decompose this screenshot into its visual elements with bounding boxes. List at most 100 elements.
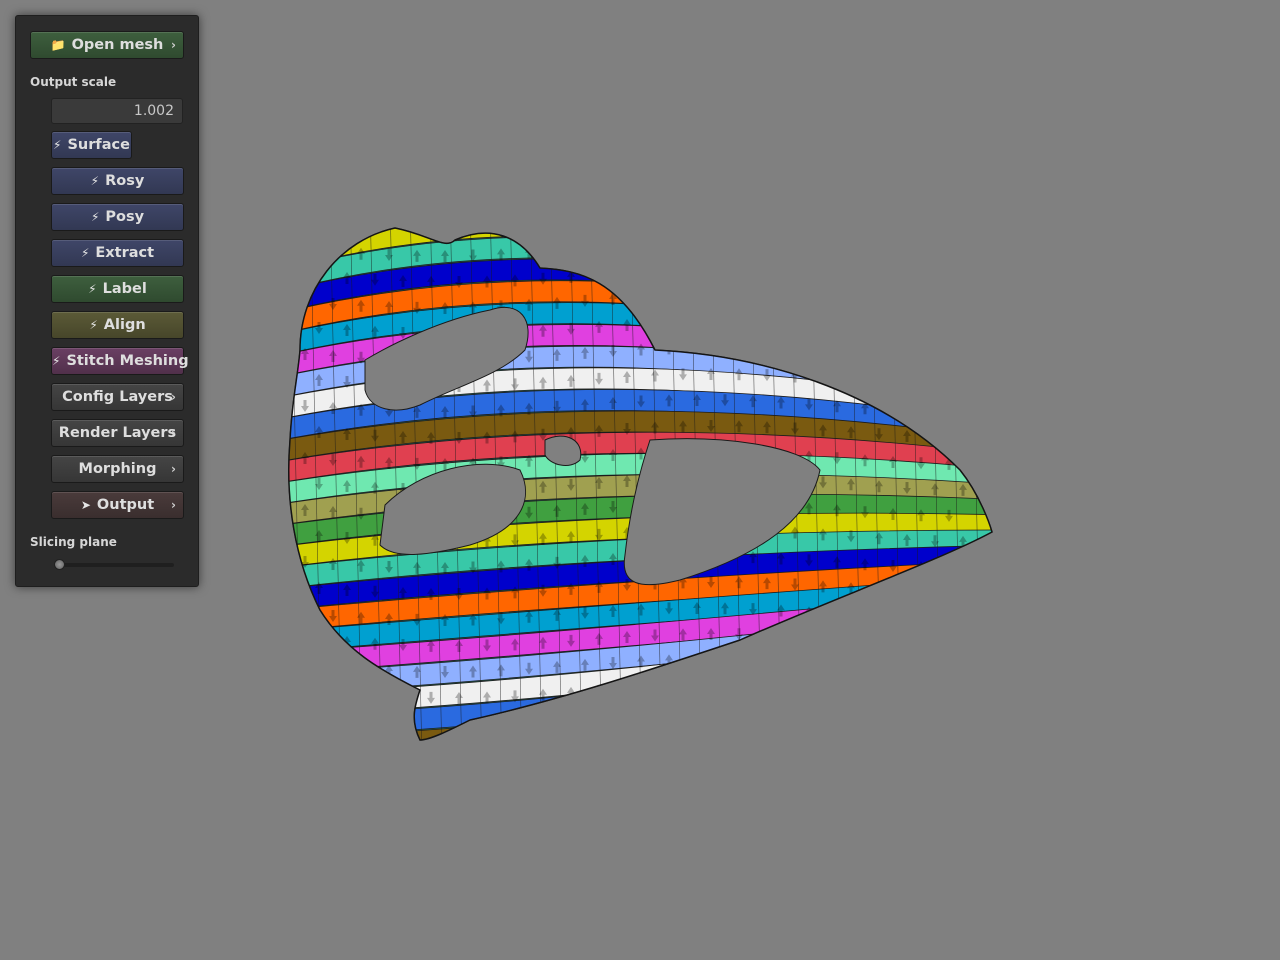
- orientation-arrow: [651, 317, 659, 330]
- orientation-arrow: [917, 249, 925, 262]
- orientation-arrow: [581, 242, 589, 255]
- orientation-arrow: [651, 265, 659, 278]
- orientation-arrow: [301, 608, 309, 620]
- lightning-icon: ⚡︎: [90, 210, 100, 224]
- morphing-button[interactable]: Morphing ›: [51, 455, 184, 483]
- orientation-arrow: [889, 351, 897, 364]
- orientation-arrow: [931, 327, 939, 340]
- orientation-arrow: [595, 268, 603, 281]
- orientation-arrow: [861, 662, 869, 675]
- orientation-arrow: [777, 344, 785, 357]
- mesh-band: [288, 679, 992, 740]
- output-button[interactable]: ➤ Output ›: [51, 491, 184, 519]
- orientation-arrow: [777, 292, 785, 305]
- orientation-arrow: [651, 681, 659, 694]
- orientation-arrow: [805, 242, 813, 255]
- stitch-meshing-button[interactable]: ⚡︎ Stitch Meshing: [51, 347, 189, 375]
- slicing-plane-slider[interactable]: [54, 563, 174, 567]
- orientation-arrow: [945, 665, 953, 678]
- orientation-arrow: [819, 268, 827, 281]
- orientation-arrow: [945, 353, 953, 366]
- chevron-right-icon: ›: [171, 462, 176, 476]
- rocket-icon: ➤: [80, 498, 91, 512]
- orientation-arrow: [749, 343, 757, 356]
- orientation-arrow: [763, 317, 771, 330]
- orientation-arrow: [791, 630, 799, 643]
- orientation-arrow: [763, 265, 771, 278]
- orientation-arrow: [917, 613, 925, 626]
- orientation-arrow: [721, 654, 729, 667]
- mesh-edge: [969, 228, 983, 740]
- orientation-arrow: [833, 296, 841, 309]
- orientation-arrow: [917, 353, 925, 366]
- extract-button[interactable]: ⚡︎ Extract: [51, 239, 184, 267]
- orientation-arrow: [637, 291, 645, 304]
- render-layers-button[interactable]: Render Layers ›: [51, 419, 184, 447]
- orientation-arrow: [875, 636, 883, 649]
- tool-panel: 📁 Open mesh › Output scale ⚡︎ Surface ⚡︎ Ro…: [15, 15, 199, 587]
- lightning-icon: ⚡︎: [52, 354, 61, 368]
- orientation-arrow: [371, 689, 379, 702]
- orientation-arrow: [693, 238, 701, 251]
- config-layers-button[interactable]: Config Layers ›: [51, 383, 184, 411]
- orientation-arrow: [903, 637, 911, 650]
- orientation-arrow: [357, 663, 365, 676]
- orientation-arrow: [875, 584, 883, 597]
- orientation-arrow: [833, 660, 841, 673]
- orientation-arrow: [861, 246, 869, 259]
- orientation-arrow: [945, 249, 953, 262]
- label-button[interactable]: ⚡︎ Label: [51, 275, 184, 303]
- orientation-arrow: [329, 661, 337, 674]
- orientation-arrow: [889, 663, 897, 676]
- orientation-arrow: [917, 665, 925, 678]
- mesh-band: [288, 664, 992, 740]
- lightning-icon: ⚡︎: [88, 282, 97, 296]
- orientation-arrow: [791, 266, 799, 279]
- orientation-arrow: [931, 639, 939, 652]
- orientation-arrow: [609, 240, 617, 253]
- output-label: Output: [96, 497, 155, 513]
- orientation-arrow: [959, 639, 967, 652]
- orientation-arrow: [693, 290, 701, 303]
- posy-button[interactable]: ⚡︎ Posy: [51, 203, 184, 231]
- orientation-arrow: [875, 324, 883, 337]
- open-mesh-button[interactable]: 📁 Open mesh ›: [30, 31, 184, 59]
- orientation-arrow: [875, 272, 883, 285]
- orientation-arrow: [735, 316, 743, 329]
- orientation-arrow: [931, 587, 939, 600]
- orientation-arrow: [889, 299, 897, 312]
- orientation-arrow: [707, 680, 715, 693]
- orientation-arrow: [903, 377, 911, 390]
- orientation-arrow: [679, 680, 687, 693]
- align-button[interactable]: ⚡︎ Align: [51, 311, 184, 339]
- output-scale-input[interactable]: [51, 98, 183, 124]
- orientation-arrow: [847, 374, 855, 387]
- rosy-button[interactable]: ⚡︎ Rosy: [51, 167, 184, 195]
- orientation-arrow: [315, 686, 323, 698]
- open-mesh-label: Open mesh: [71, 37, 164, 53]
- orientation-arrow: [665, 290, 673, 303]
- orientation-arrow: [861, 350, 869, 363]
- orientation-arrow: [903, 689, 911, 702]
- orientation-arrow: [791, 318, 799, 331]
- orientation-arrow: [637, 239, 645, 252]
- orientation-arrow: [763, 681, 771, 694]
- lightning-icon: ⚡︎: [90, 174, 100, 188]
- label-label: Label: [102, 281, 147, 297]
- orientation-arrow: [931, 691, 939, 704]
- orientation-arrow: [735, 680, 743, 693]
- orientation-arrow: [847, 686, 855, 699]
- orientation-arrow: [805, 294, 813, 307]
- orientation-arrow: [707, 264, 715, 277]
- folder-icon: 📁: [50, 38, 66, 52]
- orientation-arrow: [959, 691, 967, 704]
- orientation-arrow: [889, 403, 897, 416]
- orientation-arrow: [959, 431, 967, 444]
- orientation-arrow: [805, 658, 813, 671]
- orientation-arrow: [301, 660, 309, 672]
- slicing-plane-handle[interactable]: [54, 559, 65, 570]
- orientation-arrow: [693, 342, 701, 355]
- orientation-arrow: [399, 691, 407, 704]
- render-layers-label: Render Layers: [58, 425, 177, 441]
- surface-button[interactable]: ⚡︎ Surface: [51, 131, 132, 159]
